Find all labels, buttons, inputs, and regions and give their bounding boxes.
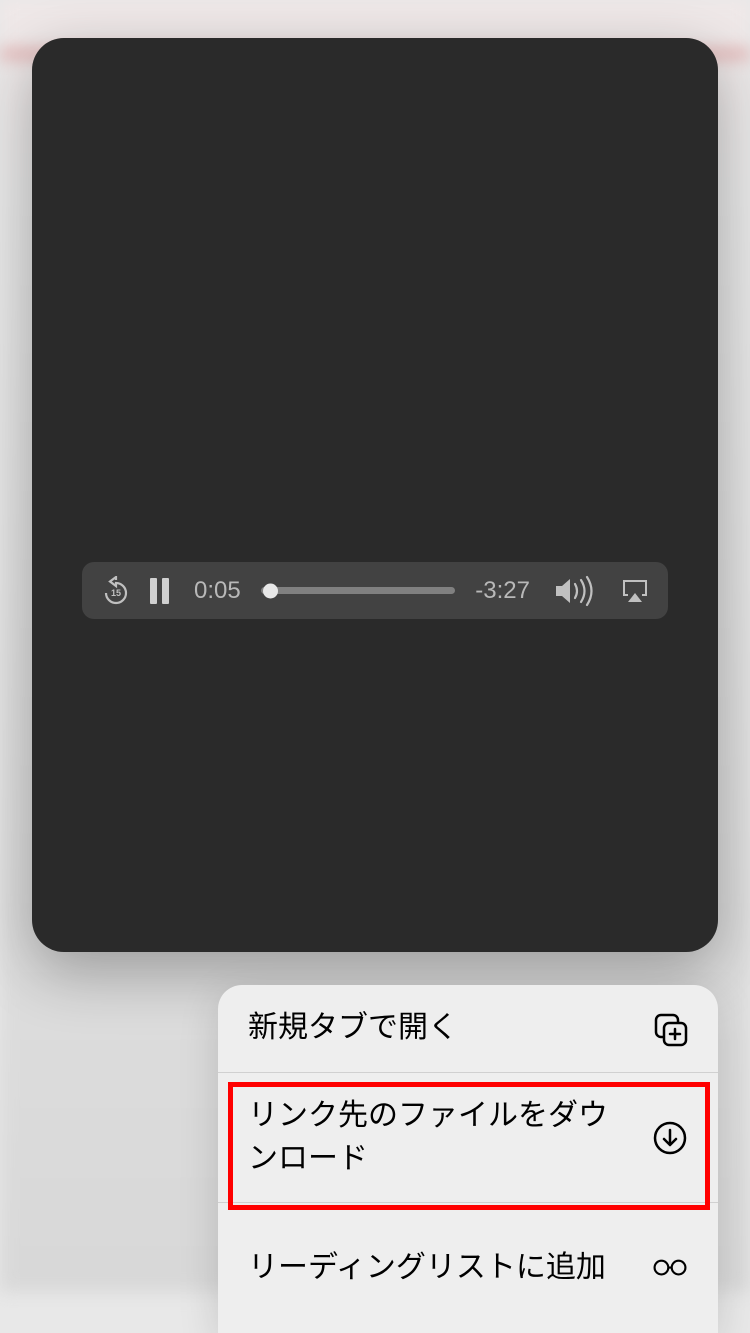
rewind-icon: 15: [101, 576, 131, 606]
menu-item-download[interactable]: リンク先のファイルをダウンロード: [218, 1073, 718, 1203]
duplicate-tab-icon: [652, 1011, 688, 1047]
pause-icon: [150, 578, 157, 604]
pause-button[interactable]: [150, 577, 174, 605]
airplay-button[interactable]: [620, 578, 650, 604]
video-controls-bar: 15 0:05 -3:27: [82, 562, 668, 619]
volume-button[interactable]: [554, 575, 596, 607]
context-menu: 新規タブで開く リンク先のファイルをダウンロード リーディングリストに追加: [218, 985, 718, 1333]
menu-item-new-tab[interactable]: 新規タブで開く: [218, 985, 718, 1073]
progress-thumb[interactable]: [263, 583, 278, 598]
menu-item-label: 新規タブで開く: [248, 1007, 652, 1050]
time-remaining-label: -3:27: [475, 577, 530, 605]
time-elapsed-label: 0:05: [194, 577, 241, 605]
svg-text:15: 15: [111, 588, 121, 598]
menu-item-label: リーディングリストに追加: [248, 1247, 652, 1290]
volume-icon: [554, 575, 596, 607]
menu-item-reading-list[interactable]: リーディングリストに追加: [218, 1203, 718, 1333]
glasses-icon: [652, 1250, 688, 1286]
progress-slider[interactable]: [261, 587, 456, 594]
video-preview-panel: 15 0:05 -3:27: [32, 38, 718, 952]
download-icon: [652, 1120, 688, 1156]
airplay-icon: [620, 578, 650, 604]
rewind-15-button[interactable]: 15: [100, 575, 132, 607]
menu-item-label: リンク先のファイルをダウンロード: [248, 1095, 652, 1180]
